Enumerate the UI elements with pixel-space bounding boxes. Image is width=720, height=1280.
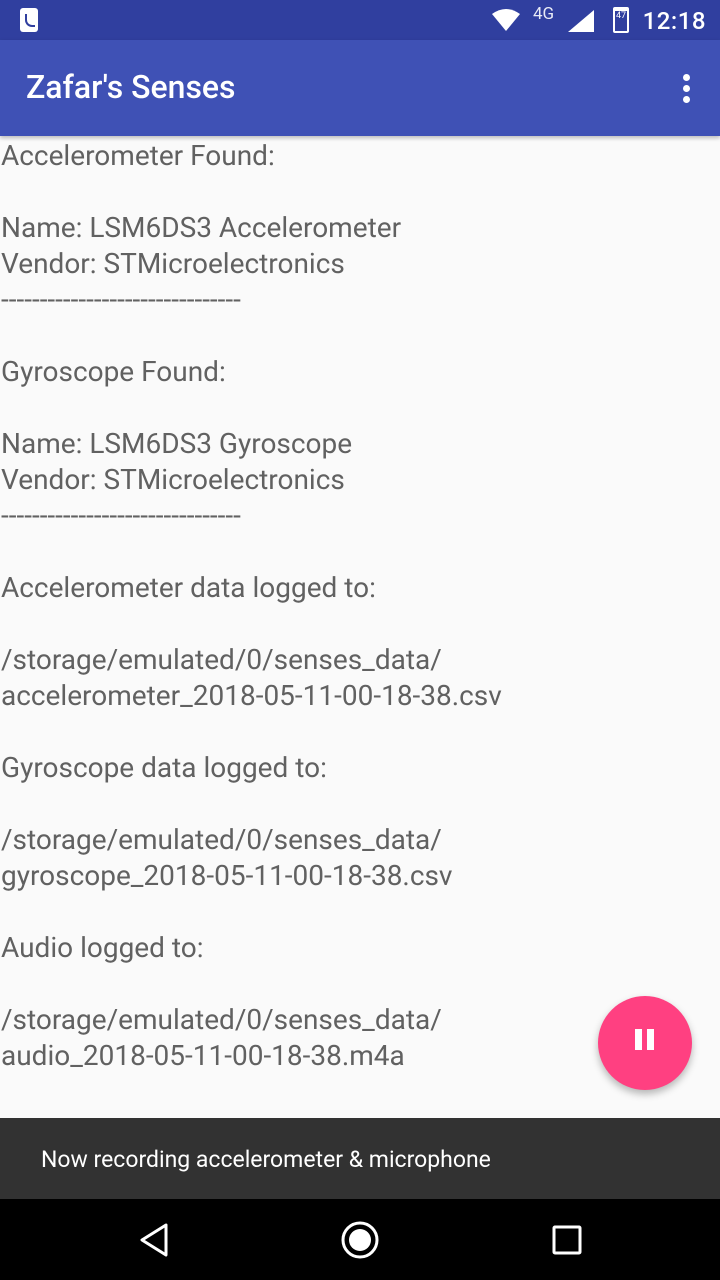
navigation-bar bbox=[0, 1199, 720, 1280]
status-bar: 4G 47 12:18 bbox=[0, 0, 720, 40]
log-line: Vendor: STMicroelectronics bbox=[1, 247, 345, 280]
recents-icon[interactable] bbox=[551, 1224, 583, 1256]
network-type: 4G bbox=[533, 4, 555, 24]
more-vert-icon[interactable] bbox=[680, 74, 692, 104]
log-line: Accelerometer data logged to: bbox=[1, 571, 376, 604]
log-line: Gyroscope Found: bbox=[1, 355, 226, 388]
log-line: /storage/emulated/0/senses_data/ bbox=[1, 823, 442, 856]
snackbar: Now recording accelerometer & microphone bbox=[0, 1118, 720, 1199]
log-line: Name: LSM6DS3 Gyroscope bbox=[1, 427, 353, 460]
pause-button[interactable] bbox=[598, 996, 692, 1090]
log-line: /storage/emulated/0/senses_data/ bbox=[1, 643, 442, 676]
log-line: Vendor: STMicroelectronics bbox=[1, 463, 345, 496]
sensor-log-text: Accelerometer Found: Name: LSM6DS3 Accele… bbox=[1, 138, 716, 1074]
log-line: accelerometer_2018-05-11-00-18-38.csv bbox=[1, 679, 502, 712]
log-line: Accelerometer Found: bbox=[1, 139, 275, 172]
log-line: Gyroscope data logged to: bbox=[1, 751, 327, 784]
back-icon[interactable] bbox=[136, 1221, 172, 1259]
status-clock: 12:18 bbox=[642, 7, 706, 35]
app-bar: Zafar's Senses bbox=[0, 40, 720, 136]
pause-icon bbox=[647, 1029, 654, 1050]
log-line: ------------------------------- bbox=[1, 499, 241, 532]
phone-notification-icon bbox=[20, 8, 38, 32]
home-icon[interactable] bbox=[340, 1220, 380, 1260]
log-line: Audio logged to: bbox=[1, 931, 204, 964]
app-title: Zafar's Senses bbox=[26, 68, 236, 106]
snackbar-message: Now recording accelerometer & microphone bbox=[41, 1146, 491, 1173]
signal-icon bbox=[568, 10, 594, 32]
battery-level: 47 bbox=[615, 11, 627, 21]
pause-icon bbox=[635, 1029, 642, 1050]
log-line: Name: LSM6DS3 Accelerometer bbox=[1, 211, 402, 244]
wifi-icon bbox=[492, 9, 520, 31]
log-line: gyroscope_2018-05-11-00-18-38.csv bbox=[1, 859, 453, 892]
log-line: ------------------------------- bbox=[1, 283, 241, 316]
